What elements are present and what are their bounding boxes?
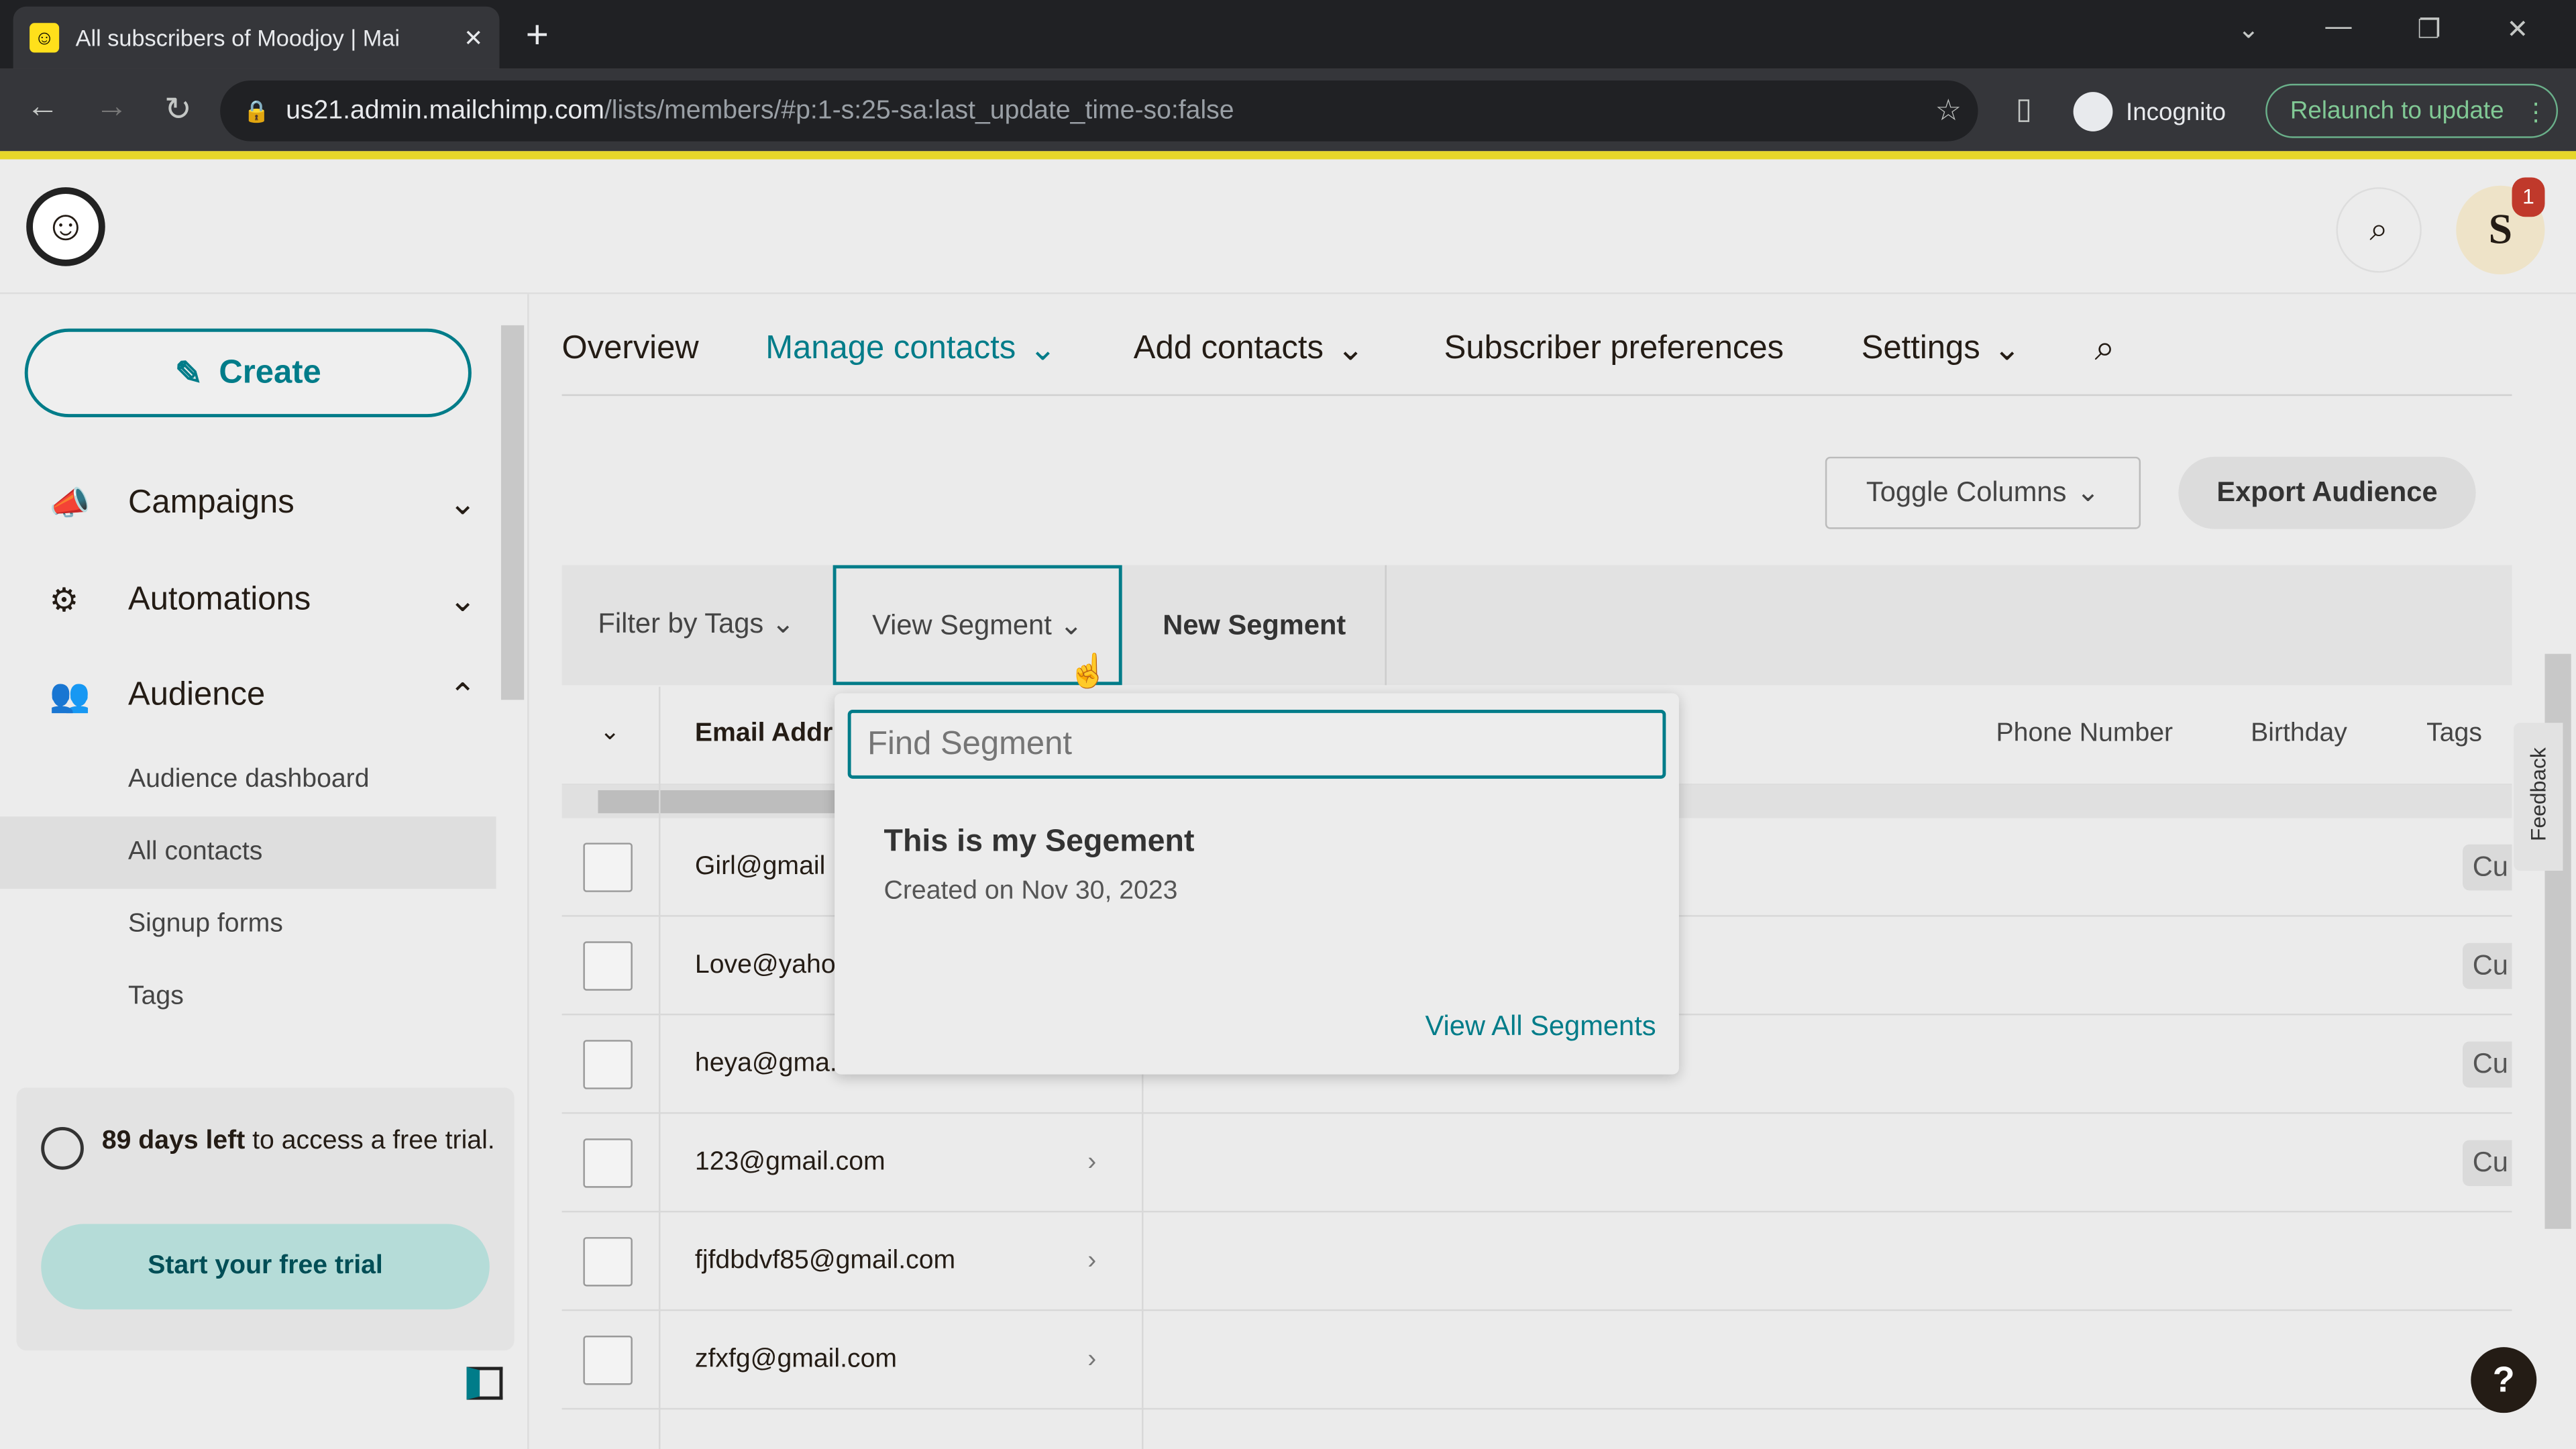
checkbox-column-divider: [659, 686, 661, 1449]
collapse-sidebar-icon[interactable]: [466, 1366, 503, 1400]
new-tab-icon[interactable]: +: [526, 13, 549, 60]
clock-icon: [41, 1127, 84, 1170]
incognito-bar: [0, 151, 2576, 160]
sidebar-item-campaigns[interactable]: 📣 Campaigns ⌄: [49, 470, 476, 535]
chevron-down-icon: ⌄: [1993, 331, 2021, 368]
chevron-down-icon: ⌄: [449, 582, 477, 619]
sidebar-sub-tags[interactable]: Tags: [128, 983, 184, 1012]
pencil-icon: ✎: [174, 356, 203, 392]
table-row[interactable]: fjfdbdvf85@gmail.com ›: [561, 1212, 2512, 1311]
mailchimp-logo[interactable]: ☺: [26, 187, 105, 266]
reload-icon[interactable]: ↻: [164, 89, 192, 129]
segment-item[interactable]: This is my Segement Created on Nov 30, 2…: [884, 824, 1195, 906]
tab-overview[interactable]: Overview: [562, 325, 699, 372]
export-audience-button[interactable]: Export Audience: [2178, 456, 2476, 529]
chevron-right-icon[interactable]: ›: [1087, 1148, 1096, 1177]
trial-text: 89 days left to access a free trial.: [101, 1127, 495, 1155]
header-search-button[interactable]: ⌕: [2336, 187, 2422, 273]
mouse-cursor: ☝: [1067, 653, 1109, 690]
star-icon[interactable]: ☆: [1935, 94, 1962, 128]
sidebar-item-audience[interactable]: 👥 Audience ⌃: [49, 662, 476, 728]
menu-icon[interactable]: ⋮: [2524, 96, 2548, 126]
notification-badge: 1: [2512, 177, 2545, 217]
incognito-badge[interactable]: Incognito: [2073, 85, 2226, 138]
incognito-icon: [2073, 92, 2113, 131]
table-row[interactable]: 123@gmail.com › Cu: [561, 1114, 2512, 1213]
create-button[interactable]: ✎ Create: [24, 328, 472, 418]
row-checkbox[interactable]: [583, 1137, 633, 1187]
back-icon[interactable]: ←: [26, 89, 59, 129]
new-segment-button[interactable]: New Segment: [1124, 565, 1387, 686]
chevron-down-icon: ⌄: [449, 485, 477, 522]
column-phone[interactable]: Phone Number: [1996, 720, 2174, 749]
forward-icon[interactable]: →: [95, 89, 128, 129]
chevron-down-icon: ⌄: [2076, 476, 2100, 508]
relaunch-button[interactable]: Relaunch to update ⋮: [2265, 83, 2559, 138]
segment-created: Created on Nov 30, 2023: [883, 877, 1178, 906]
segment-name[interactable]: This is my Segement: [884, 824, 1195, 861]
help-button[interactable]: ?: [2471, 1347, 2537, 1413]
tab-manage-contacts[interactable]: Manage contacts ⌄: [765, 325, 1057, 372]
chevron-right-icon[interactable]: ›: [1087, 1246, 1096, 1276]
toggle-columns-button[interactable]: Toggle Columns ⌄: [1825, 456, 2141, 529]
close-tab-icon[interactable]: ✕: [464, 24, 483, 52]
row-checkbox[interactable]: [583, 1038, 633, 1089]
chevron-right-icon[interactable]: ›: [1087, 1345, 1096, 1375]
search-icon[interactable]: ⌕: [2094, 325, 2114, 372]
sidebar-scrollbar[interactable]: [500, 325, 525, 700]
lock-icon: 🔒: [243, 97, 270, 123]
column-email[interactable]: Email Addr: [695, 720, 833, 749]
megaphone-icon: 📣: [49, 485, 91, 522]
mailchimp-favicon: ☺: [30, 23, 60, 53]
column-birthday[interactable]: Birthday: [2251, 720, 2347, 749]
sidebar-item-automations[interactable]: ⚙ Automations ⌄: [49, 567, 476, 633]
chevron-down-icon: ⌄: [1336, 331, 1364, 368]
topnav-divider: [561, 394, 2512, 396]
sidepanel-icon[interactable]: ▯: [2016, 92, 2032, 126]
row-checkbox[interactable]: [583, 941, 633, 990]
column-tags[interactable]: Tags: [2426, 720, 2482, 749]
chevron-down-icon: ⌄: [1028, 331, 1057, 368]
audience-icon: 👥: [49, 678, 91, 714]
tab-subscriber-preferences[interactable]: Subscriber preferences: [1444, 325, 1784, 372]
sidebar-sub-all-contacts[interactable]: All contacts: [128, 838, 262, 867]
select-all-dropdown[interactable]: ⌄: [600, 716, 621, 746]
feedback-tab[interactable]: Feedback: [2513, 722, 2563, 871]
window-controls[interactable]: ⌄ — ❐ ✕: [2238, 13, 2529, 46]
sidebar-sub-audience-dashboard[interactable]: Audience dashboard: [128, 765, 369, 795]
tab-settings[interactable]: Settings ⌄: [1862, 325, 2021, 372]
app-header: [0, 159, 2576, 294]
row-checkbox[interactable]: [583, 1236, 633, 1286]
view-all-segments-link[interactable]: View All Segments: [1426, 1010, 1656, 1043]
tab-add-contacts[interactable]: Add contacts ⌄: [1134, 325, 1364, 372]
find-segment-input[interactable]: [847, 709, 1666, 779]
start-trial-button[interactable]: Start your free trial: [41, 1224, 490, 1309]
search-icon: ⌕: [2369, 211, 2388, 248]
browser-tab[interactable]: ☺ All subscribers of Moodjoy | Mai ✕: [13, 6, 500, 69]
chevron-up-icon: ⌃: [449, 678, 477, 714]
segment-dropdown: This is my Segement Created on Nov 30, 2…: [835, 693, 1679, 1075]
row-checkbox[interactable]: [583, 1334, 633, 1385]
table-row[interactable]: zfxfg@gmail.com ›: [561, 1311, 2512, 1410]
row-checkbox[interactable]: [583, 842, 633, 892]
filter-by-tags-button[interactable]: Filter by Tags ⌄: [598, 608, 794, 641]
automation-icon: ⚙: [49, 582, 79, 619]
sidebar-sub-signup-forms[interactable]: Signup forms: [128, 910, 283, 940]
address-bar[interactable]: 🔒 us21.admin.mailchimp.com/lists/members…: [220, 80, 1978, 142]
